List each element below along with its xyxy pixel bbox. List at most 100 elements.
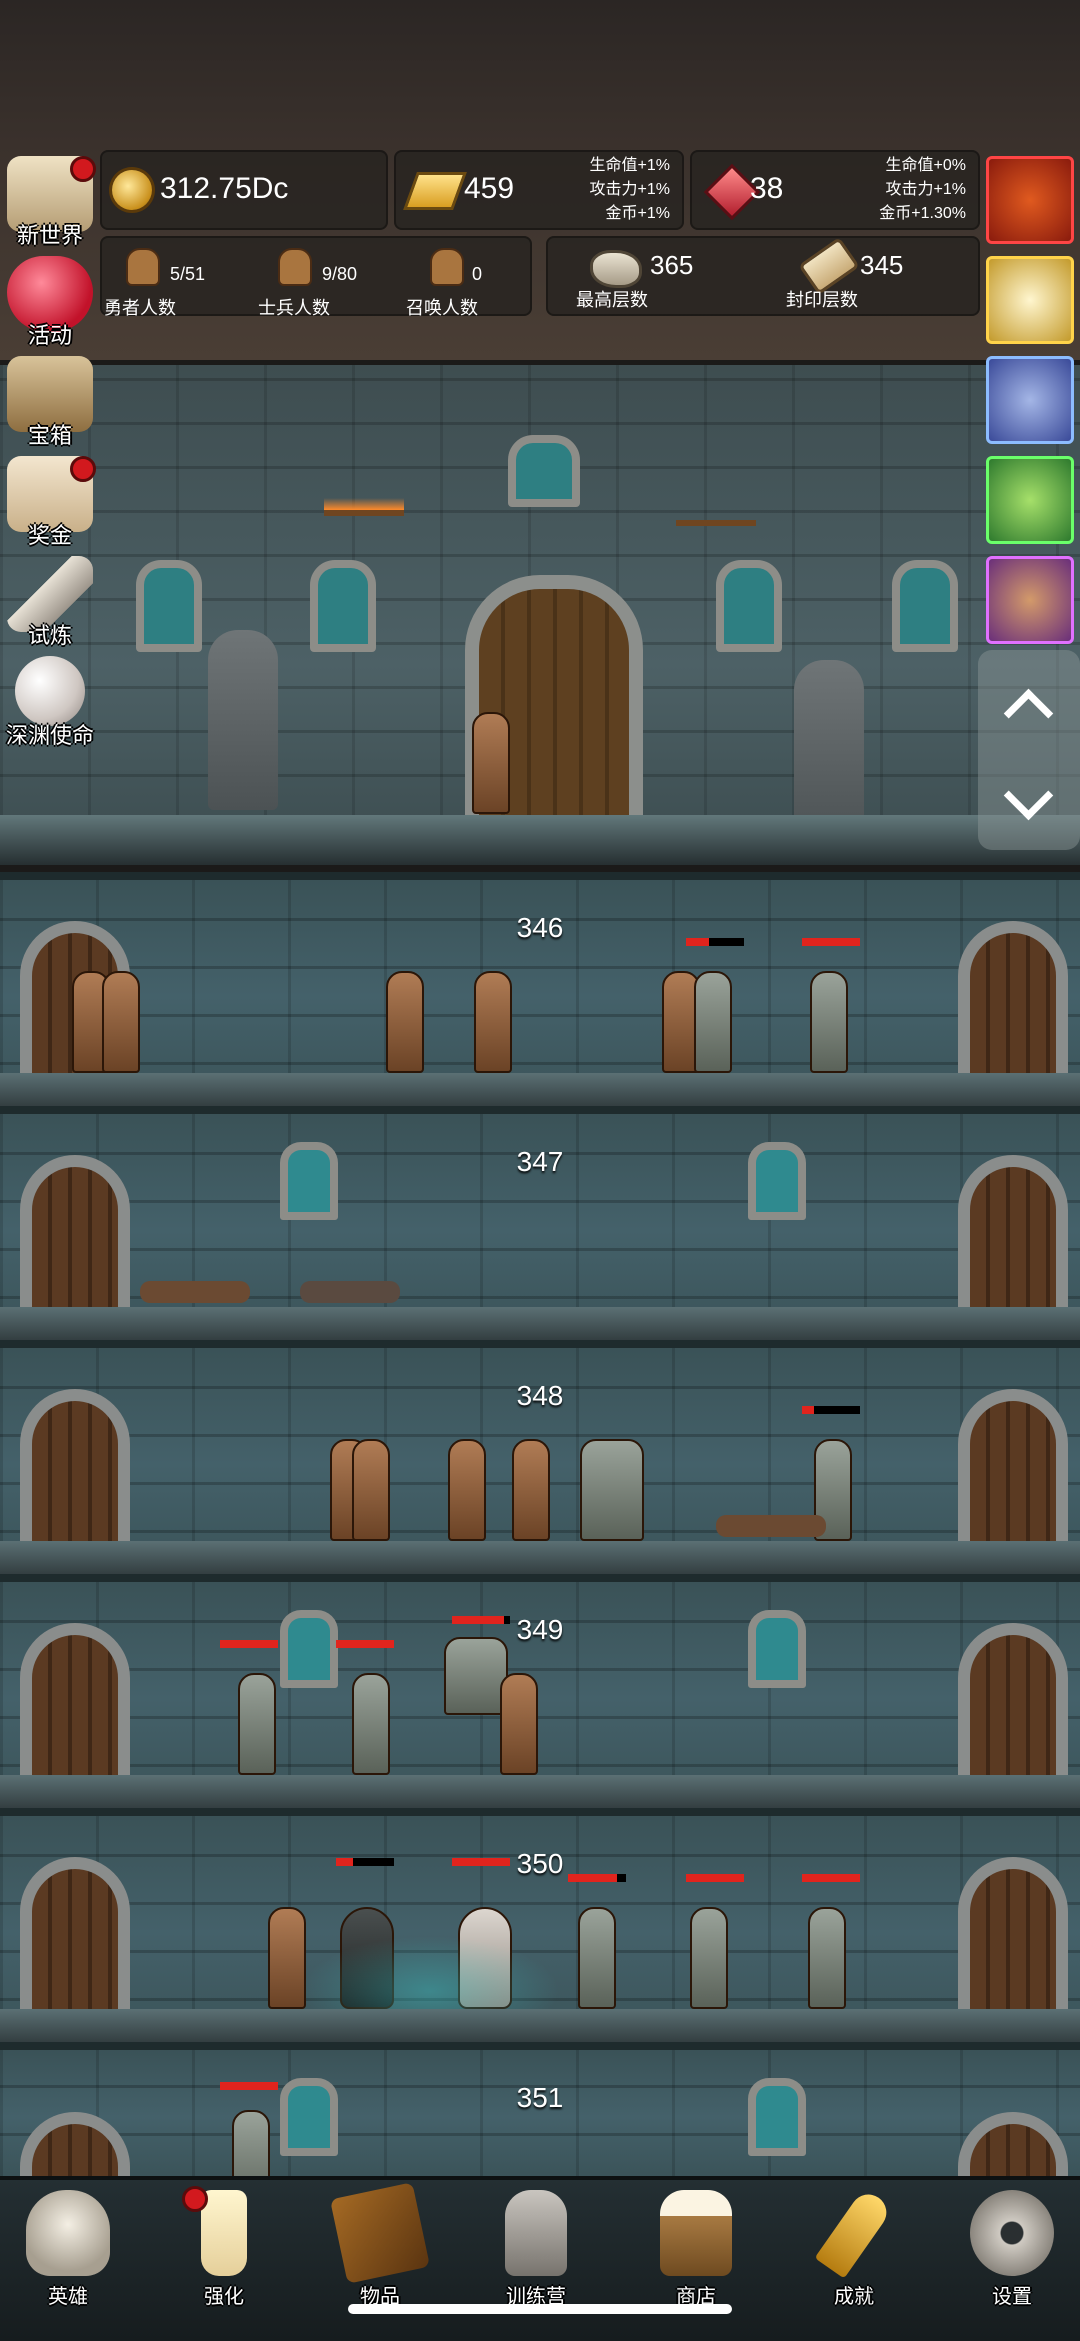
floor-row: 351 bbox=[0, 2042, 1080, 2264]
floor-window bbox=[280, 1610, 338, 1688]
chevron-up-icon[interactable] bbox=[1003, 688, 1054, 739]
bottom-nav-bar: 英雄 强化 物品 训练营 商店 成就 设置 bbox=[0, 2176, 1080, 2341]
max-floor-label: 最高层数 bbox=[576, 290, 648, 310]
knight-statue-right bbox=[794, 660, 864, 840]
gold-bar-panel[interactable]: 459 生命值+1% 攻击力+1% 金币+1% bbox=[394, 150, 684, 230]
sealed-floor-label: 封印层数 bbox=[786, 290, 858, 310]
floor-gate-right bbox=[958, 1155, 1068, 1307]
menu-chest-label: 宝箱 bbox=[27, 423, 72, 448]
home-indicator[interactable] bbox=[348, 2304, 732, 2314]
hero-head-icon bbox=[126, 248, 160, 286]
hero-unit bbox=[472, 712, 510, 814]
floor-number: 348 bbox=[516, 1380, 564, 1411]
gold-coin-icon bbox=[112, 170, 152, 210]
chevron-down-icon[interactable] bbox=[1003, 770, 1054, 821]
right-slot-cannon[interactable] bbox=[986, 356, 1074, 444]
right-slot-candle[interactable] bbox=[986, 256, 1074, 344]
menu-new-world[interactable]: 新世界 bbox=[0, 156, 100, 248]
gold-bar-icon bbox=[403, 172, 467, 210]
right-slot-goblin[interactable] bbox=[986, 556, 1074, 644]
enemy-hp-bar bbox=[220, 2082, 278, 2090]
floor-number: 350 bbox=[516, 1848, 564, 1879]
tab-settings[interactable]: 设置 bbox=[952, 2190, 1072, 2309]
ruby-bonus-hp: 生命值+0% bbox=[885, 157, 966, 174]
notification-dot bbox=[70, 156, 96, 182]
floor-window bbox=[748, 1142, 806, 1220]
zombie-enemy bbox=[694, 971, 732, 1073]
sealed-floor-value: 345 bbox=[860, 250, 904, 280]
knight-statue-left bbox=[208, 630, 278, 810]
castle-window bbox=[716, 560, 782, 652]
hero-unit bbox=[448, 1439, 486, 1541]
menu-abyss-mission-label: 深渊使命 bbox=[5, 723, 94, 748]
menu-trial[interactable]: 试炼 bbox=[0, 556, 100, 648]
tab-shop[interactable]: 商店 bbox=[636, 2190, 756, 2309]
heroes-label: 勇者人数 bbox=[104, 298, 176, 318]
castle-window bbox=[508, 435, 580, 507]
enemy-hp-bar bbox=[802, 1874, 860, 1882]
floor-stats-panel: 365 最高层数 345 封印层数 bbox=[546, 236, 980, 316]
right-slot-slime[interactable] bbox=[986, 456, 1074, 544]
key-icon bbox=[814, 2187, 894, 2279]
ruby-panel[interactable]: 38 生命值+0% 攻击力+1% 金币+1.30% bbox=[690, 150, 980, 230]
soldier-head-icon bbox=[278, 248, 312, 286]
tab-achievements[interactable]: 成就 bbox=[794, 2187, 914, 2309]
skull-icon bbox=[26, 2190, 110, 2276]
gold-bar-bonus-atk: 攻击力+1% bbox=[589, 181, 670, 198]
enemy-hp-bar bbox=[568, 1874, 626, 1882]
zombie-enemy bbox=[352, 1673, 390, 1775]
floor-number: 351 bbox=[516, 2082, 564, 2113]
menu-events[interactable]: 活动 bbox=[0, 256, 100, 348]
tab-training-camp[interactable]: 训练营 bbox=[476, 2190, 596, 2309]
enemy-hp-bar bbox=[686, 1874, 744, 1882]
ruby-value: 38 bbox=[750, 172, 784, 205]
floor-gate-left bbox=[20, 1623, 130, 1775]
enemy-hp-bar bbox=[336, 1858, 394, 1866]
enemy-hp-bar bbox=[336, 1640, 394, 1648]
lantern-icon bbox=[505, 2190, 567, 2276]
menu-bonus-label: 奖金 bbox=[27, 523, 72, 548]
menu-bonus[interactable]: 奖金 bbox=[0, 456, 100, 548]
menu-trial-label: 试炼 bbox=[27, 623, 72, 648]
stone-icon bbox=[590, 250, 642, 288]
tab-heroes-label: 英雄 bbox=[48, 2286, 88, 2308]
fallen-hero bbox=[300, 1281, 400, 1303]
hero-unit bbox=[512, 1439, 550, 1541]
floor-row: 348 bbox=[0, 1340, 1080, 1581]
tab-enhance[interactable]: 强化 bbox=[164, 2186, 284, 2309]
floor-row: 350 bbox=[0, 1808, 1080, 2049]
floor-number: 346 bbox=[516, 912, 564, 943]
right-slot-pumpkin[interactable] bbox=[986, 156, 1074, 244]
gold-bar-bonus: 生命值+1% 攻击力+1% 金币+1% bbox=[590, 154, 670, 226]
pearl-icon bbox=[15, 656, 85, 726]
floor-window bbox=[280, 2078, 338, 2156]
floor-window bbox=[748, 2078, 806, 2156]
enemy-hp-bar bbox=[686, 938, 744, 946]
gold-panel[interactable]: 312.75Dc bbox=[100, 150, 388, 230]
menu-abyss-mission[interactable]: 深渊使命 bbox=[0, 656, 100, 748]
floor-number: 349 bbox=[516, 1614, 564, 1645]
gold-bar-bonus-gold: 金币+1% bbox=[605, 205, 670, 222]
menu-chest[interactable]: 宝箱 bbox=[0, 356, 100, 448]
zombie-enemy bbox=[690, 1907, 728, 2009]
tab-items[interactable]: 物品 bbox=[320, 2182, 440, 2309]
zombie-enemy bbox=[810, 971, 848, 1073]
tab-heroes[interactable]: 英雄 bbox=[8, 2190, 128, 2309]
floor-number: 347 bbox=[516, 1146, 564, 1177]
castle-window bbox=[892, 560, 958, 652]
enemy-hp-bar bbox=[220, 1640, 278, 1648]
enemy-hp-bar bbox=[452, 1616, 510, 1624]
tab-settings-label: 设置 bbox=[992, 2286, 1032, 2308]
bat-enemy bbox=[580, 1439, 644, 1541]
soldiers-label: 士兵人数 bbox=[258, 298, 330, 318]
notification-dot bbox=[182, 2186, 208, 2212]
ruby-bonus-atk: 攻击力+1% bbox=[885, 181, 966, 198]
book-icon bbox=[329, 2182, 431, 2284]
floor-gate-left bbox=[20, 1857, 130, 2009]
ruby-bonus-gold: 金币+1.30% bbox=[879, 205, 966, 222]
floor-window bbox=[280, 1142, 338, 1220]
zombie-enemy bbox=[238, 1673, 276, 1775]
floor-gate-right bbox=[958, 1623, 1068, 1775]
mug-icon bbox=[660, 2190, 732, 2276]
summons-label: 召唤人数 bbox=[406, 298, 478, 318]
